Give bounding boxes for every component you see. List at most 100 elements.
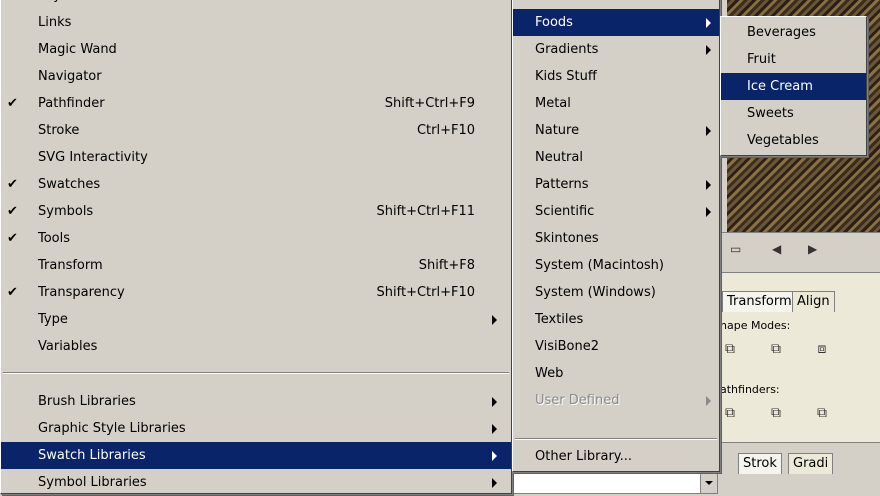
swatch-library-textiles[interactable]: Textiles <box>513 306 719 333</box>
swatch-library-system-windows[interactable]: System (Windows) <box>513 279 719 306</box>
pathfinder-panel: Transform Align hape Modes: ⧉ ⧉ ⧈ athfin… <box>718 272 880 443</box>
submenu-arrow-icon <box>492 478 497 488</box>
swatch-library-system-macintosh[interactable]: System (Macintosh) <box>513 252 719 279</box>
tab-align[interactable]: Align <box>792 291 835 312</box>
shape-intersect-icon[interactable]: ⧈ <box>814 341 830 357</box>
menu-item-label: Symbols <box>38 204 94 219</box>
menu-item-swatch-libraries[interactable]: Swatch Libraries <box>1 442 511 469</box>
menu-item-symbol-libraries[interactable]: Symbol Libraries <box>1 469 511 496</box>
menu-item-label: Beverages <box>747 25 816 40</box>
swatch-library-visibone2[interactable]: VisiBone2 <box>513 333 719 360</box>
foods-item-ice-cream[interactable]: Ice Cream <box>721 73 866 100</box>
menu-separator <box>515 438 717 440</box>
submenu-arrow-icon <box>706 126 711 136</box>
swatch-library-nature[interactable]: Nature <box>513 117 719 144</box>
menu-item-transparency[interactable]: ✔ Transparency Shift+Ctrl+F10 <box>1 279 511 306</box>
submenu-arrow-icon <box>706 18 711 28</box>
shape-subtract-icon[interactable]: ⧉ <box>768 341 784 357</box>
foods-item-vegetables[interactable]: Vegetables <box>721 127 866 154</box>
menu-item-shortcut: Shift+Ctrl+F9 <box>384 96 475 111</box>
checkmark-icon: ✔ <box>7 231 18 246</box>
stroke-gradient-panel: Strok Gradi <box>718 442 880 495</box>
pathfinder-divide-icon[interactable]: ⧉ <box>722 405 738 421</box>
navigator-controls: ▭ ◀ ▶ <box>720 232 880 271</box>
swatch-library-scientific[interactable]: Scientific <box>513 198 719 225</box>
menu-item-label: Foods <box>535 15 573 30</box>
shape-add-icon[interactable]: ⧉ <box>722 341 738 357</box>
menu-item-shortcut: Shift+Ctrl+F10 <box>376 285 475 300</box>
dropdown-arrow-icon[interactable] <box>700 473 717 493</box>
foods-menu: Beverages Fruit Ice Cream Sweets Vegetables <box>720 16 867 156</box>
swatch-library-foods[interactable]: Foods <box>513 9 719 36</box>
swatch-library-web[interactable]: Web <box>513 360 719 387</box>
menu-item-layers[interactable]: ✔ Layers F7 <box>1 0 511 9</box>
checkmark-icon: ✔ <box>7 204 18 219</box>
menu-item-label: Graphic Style Libraries <box>38 421 186 436</box>
menu-item-label: Links <box>38 15 72 30</box>
menu-item-label: Pathfinder <box>38 96 105 111</box>
foods-item-beverages[interactable]: Beverages <box>721 19 866 46</box>
swatch-library-patterns[interactable]: Patterns <box>513 171 719 198</box>
menu-item-transform[interactable]: Transform Shift+F8 <box>1 252 511 279</box>
submenu-arrow-icon <box>706 207 711 217</box>
swatch-library-skintones[interactable]: Skintones <box>513 225 719 252</box>
dropdown-field[interactable] <box>512 472 718 494</box>
menu-item-label: Variables <box>38 339 98 354</box>
menu-item-label: Tools <box>38 231 71 246</box>
menu-item-label: Magic Wand <box>38 42 117 57</box>
menu-item-label: Other Library... <box>535 449 633 464</box>
menu-item-label: Type <box>38 312 68 327</box>
menu-item-label: Metal <box>535 96 571 111</box>
pathfinder-merge-icon[interactable]: ⧉ <box>814 405 830 421</box>
swatch-library-earthtone[interactable]: Earthtone <box>513 0 719 9</box>
submenu-arrow-icon <box>492 451 497 461</box>
menu-item-label: Sweets <box>747 106 794 121</box>
foods-item-sweets[interactable]: Sweets <box>721 100 866 127</box>
menu-item-brush-libraries[interactable]: Brush Libraries <box>1 388 511 415</box>
menu-item-label: System (Macintosh) <box>535 258 664 273</box>
checkmark-icon: ✔ <box>7 177 18 192</box>
swatch-library-kids-stuff[interactable]: Kids Stuff <box>513 63 719 90</box>
swatch-library-neutral[interactable]: Neutral <box>513 144 719 171</box>
menu-item-graphic-style-libraries[interactable]: Graphic Style Libraries <box>1 415 511 442</box>
menu-item-pathfinder[interactable]: ✔ Pathfinder Shift+Ctrl+F9 <box>1 90 511 117</box>
tab-transform[interactable]: Transform <box>722 291 797 312</box>
swatch-library-user-defined[interactable]: User Defined <box>513 387 719 414</box>
menu-item-label: Nature <box>535 123 580 138</box>
menu-item-svg-interactivity[interactable]: SVG Interactivity <box>1 144 511 171</box>
swatch-library-gradients[interactable]: Gradients <box>513 36 719 63</box>
menu-item-label: Swatch Libraries <box>38 448 146 463</box>
menu-item-label: SVG Interactivity <box>38 150 148 165</box>
menu-item-type[interactable]: Type <box>1 306 511 333</box>
menu-item-shortcut: Ctrl+F10 <box>416 123 475 138</box>
foods-item-fruit[interactable]: Fruit <box>721 46 866 73</box>
menu-item-shortcut: Shift+F8 <box>418 258 475 273</box>
menu-item-magic-wand[interactable]: Magic Wand <box>1 36 511 63</box>
menu-item-swatches[interactable]: ✔ Swatches <box>1 171 511 198</box>
other-library-item[interactable]: Other Library... <box>513 443 719 470</box>
submenu-arrow-icon <box>706 396 711 406</box>
swatch-library-metal[interactable]: Metal <box>513 90 719 117</box>
pathfinder-trim-icon[interactable]: ⧉ <box>768 405 784 421</box>
swatch-libraries-menu: Earthtone Foods Gradients Kids Stuff Metal Na… <box>512 0 720 472</box>
new-swatch-icon[interactable]: ▭ <box>730 242 741 256</box>
menu-item-variables[interactable]: Variables <box>1 333 511 360</box>
menu-item-label: Earthtone <box>535 0 599 9</box>
menu-item-symbols[interactable]: ✔ Symbols Shift+Ctrl+F11 <box>1 198 511 225</box>
submenu-arrow-icon <box>492 397 497 407</box>
tab-stroke[interactable]: Strok <box>738 453 782 474</box>
menu-item-label: Neutral <box>535 150 583 165</box>
tab-gradient[interactable]: Gradi <box>788 453 834 474</box>
submenu-arrow-icon <box>706 180 711 190</box>
right-arrow-icon[interactable]: ▶ <box>808 242 817 256</box>
menu-item-label: Layers <box>38 0 81 9</box>
checkmark-icon: ✔ <box>7 96 18 111</box>
menu-item-links[interactable]: Links <box>1 9 511 36</box>
menu-item-label: Web <box>535 366 564 381</box>
menu-item-label: VisiBone2 <box>535 339 599 354</box>
menu-item-navigator[interactable]: Navigator <box>1 63 511 90</box>
checkmark-icon: ✔ <box>7 0 18 9</box>
left-arrow-icon[interactable]: ◀ <box>772 242 781 256</box>
menu-item-tools[interactable]: ✔ Tools <box>1 225 511 252</box>
menu-item-stroke[interactable]: Stroke Ctrl+F10 <box>1 117 511 144</box>
